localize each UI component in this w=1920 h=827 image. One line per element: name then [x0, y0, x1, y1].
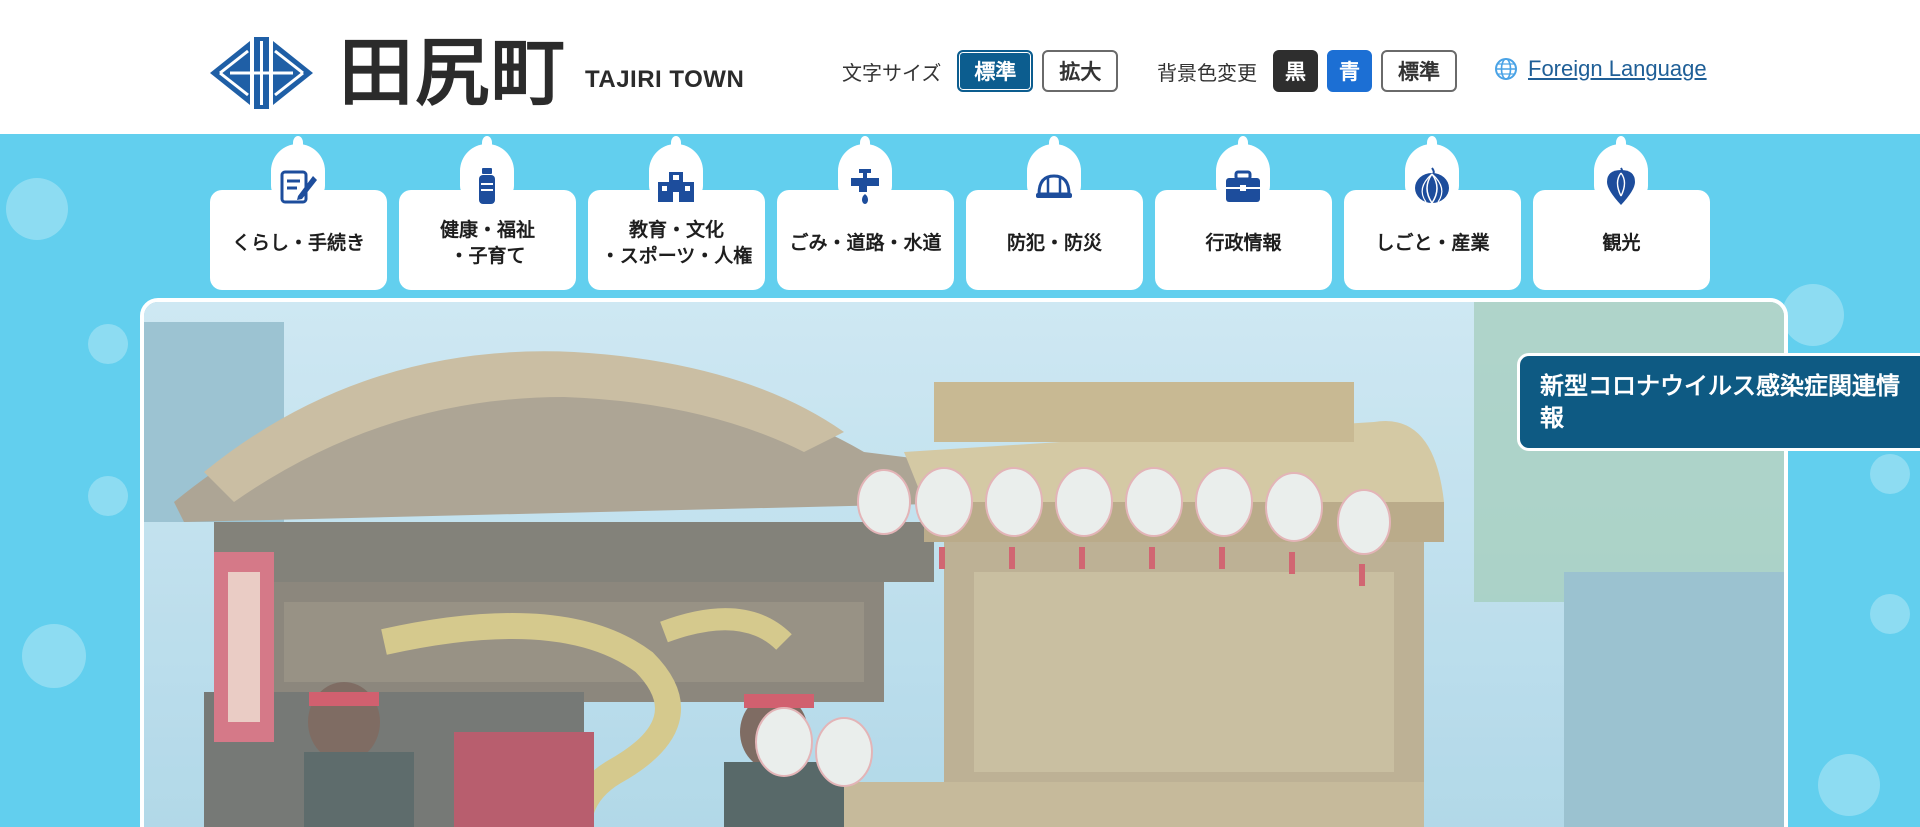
nav-item-health[interactable]: 健康・福祉 ・子育て [399, 136, 576, 290]
nav-item-education[interactable]: 教育・文化 ・スポーツ・人権 [588, 136, 765, 290]
bubble-decoration [88, 476, 128, 516]
bottle-icon [479, 168, 495, 204]
nav-label: 教育・文化 ・スポーツ・人権 [600, 219, 753, 267]
text-size-label: 文字サイズ [842, 60, 942, 85]
nav-label: ごみ・道路・水道 [789, 232, 942, 255]
foreign-language-label: Foreign Language [1528, 56, 1707, 81]
bg-standard-button[interactable]: 標準 [1381, 50, 1457, 92]
nav-item-industry[interactable]: しごと・産業 [1344, 136, 1521, 290]
helmet-icon [1036, 174, 1072, 198]
onion-icon [1415, 167, 1449, 204]
bubble-decoration [1870, 594, 1910, 634]
nav-label: 行政情報 [1205, 232, 1282, 255]
bg-color-controls: 背景色変更 黒 青 標準 [1157, 48, 1466, 94]
bubble-decoration [22, 624, 86, 688]
form-pen-icon [280, 170, 317, 204]
nav-label: 防犯・防災 [1006, 232, 1102, 255]
bubble-decoration [1782, 284, 1844, 346]
covid-info-banner[interactable]: 新型コロナウイルス感染症関連情報 [1517, 353, 1920, 451]
nav-label: 観光 [1602, 232, 1641, 255]
text-size-standard-button[interactable]: 標準 [957, 50, 1034, 92]
briefcase-icon [1226, 170, 1260, 202]
main-band: くらし・手続き 健康・福祉 ・子育て 教育・文化 ・スポーツ・人権 ごみ・道路・… [0, 134, 1920, 827]
site-logo[interactable]: 田尻町 TAJIRI TOWN [210, 30, 750, 115]
school-icon [658, 172, 694, 202]
bg-color-label: 背景色変更 [1157, 60, 1257, 85]
town-emblem-icon [210, 36, 313, 109]
nav-label: くらし・手続き [231, 232, 365, 255]
foreign-language-link[interactable]: Foreign Language [1494, 56, 1707, 82]
nav-item-administration[interactable]: 行政情報 [1155, 136, 1332, 290]
globe-icon [1495, 58, 1517, 80]
text-size-controls: 文字サイズ 標準 拡大 [842, 48, 1127, 94]
text-size-large-button[interactable]: 拡大 [1042, 50, 1119, 92]
logo-kanji: 田尻町 [339, 29, 567, 116]
bubble-decoration [88, 324, 128, 364]
global-nav: くらし・手続き 健康・福祉 ・子育て 教育・文化 ・スポーツ・人権 ごみ・道路・… [210, 136, 1710, 294]
pin-onion-icon [1607, 167, 1635, 205]
nav-label: 健康・福祉 ・子育て [439, 219, 535, 267]
site-header: 田尻町 TAJIRI TOWN 文字サイズ 標準 拡大 背景色変更 黒 青 標準… [0, 0, 1920, 134]
faucet-icon [851, 169, 879, 204]
nav-item-safety[interactable]: 防犯・防災 [966, 136, 1143, 290]
logo-roman: TAJIRI TOWN [585, 65, 745, 93]
bubble-decoration [1818, 754, 1880, 816]
nav-item-living[interactable]: くらし・手続き [210, 136, 387, 290]
bg-black-button[interactable]: 黒 [1273, 50, 1318, 92]
bubble-decoration [1870, 454, 1910, 494]
nav-item-infrastructure[interactable]: ごみ・道路・水道 [777, 136, 954, 290]
bg-blue-button[interactable]: 青 [1327, 50, 1372, 92]
nav-item-tourism[interactable]: 観光 [1533, 136, 1710, 290]
nav-label: しごと・産業 [1375, 232, 1490, 255]
bubble-decoration [6, 178, 68, 240]
